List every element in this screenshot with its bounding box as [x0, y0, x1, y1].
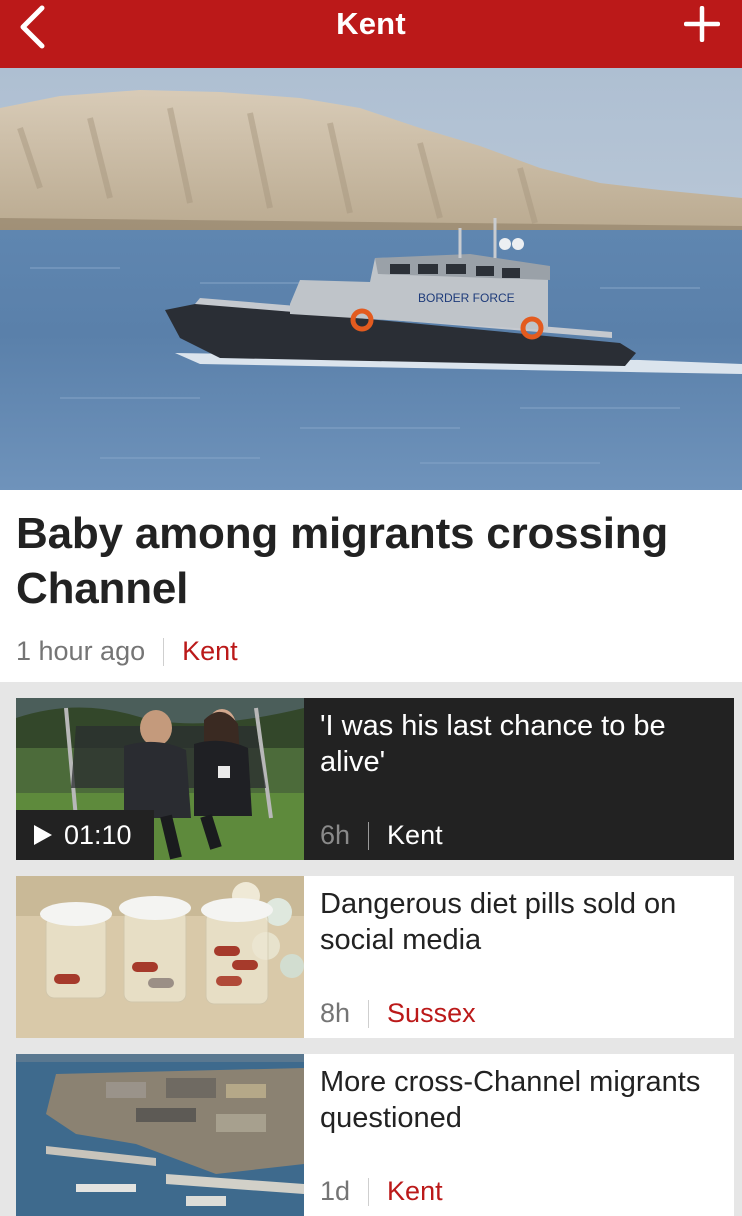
story-time: 1 hour ago — [16, 636, 146, 666]
video-duration: 01:10 — [64, 819, 132, 850]
story-section-link[interactable]: Sussex — [387, 998, 476, 1029]
story-section-link[interactable]: Kent — [387, 820, 443, 851]
story-time: 8h — [320, 998, 351, 1028]
story-thumbnail — [16, 876, 304, 1038]
add-topic-button[interactable] — [683, 5, 721, 43]
plus-icon — [683, 5, 721, 43]
story-time: 1d — [320, 1176, 351, 1206]
story-section-link[interactable]: Kent — [387, 1176, 443, 1207]
diet-pills-jars-photo — [16, 876, 304, 1038]
story-card[interactable]: More cross-Channel migrants questioned 1… — [16, 1054, 734, 1216]
story-meta: 8h Sussex — [320, 998, 476, 1029]
video-duration-badge[interactable]: 01:10 — [16, 810, 154, 860]
top-bar: Kent — [0, 0, 742, 68]
story-card[interactable]: 01:10 'I was his last chance to be alive… — [16, 698, 734, 860]
meta-divider — [368, 821, 370, 850]
story-card[interactable]: Dangerous diet pills sold on social medi… — [16, 876, 734, 1038]
story-meta: 1d Kent — [320, 1176, 443, 1207]
lead-headline[interactable]: Baby among migrants crossing Channel — [16, 506, 726, 616]
story-time: 6h — [320, 820, 351, 850]
story-thumbnail — [16, 1054, 304, 1216]
boat-livery-text: BORDER FORCE — [418, 291, 515, 305]
harbour-aerial-photo — [16, 1054, 304, 1216]
story-meta: 6h Kent — [320, 820, 443, 851]
story-headline[interactable]: 'I was his last chance to be alive' — [320, 708, 720, 780]
story-thumbnail: 01:10 — [16, 698, 304, 860]
meta-divider — [163, 637, 165, 666]
story-headline[interactable]: More cross-Channel migrants questioned — [320, 1064, 720, 1136]
play-icon — [34, 825, 52, 845]
border-force-boat-photo: BORDER FORCE — [0, 68, 742, 490]
meta-divider — [368, 1177, 370, 1206]
meta-divider — [368, 999, 370, 1028]
lead-story[interactable]: Baby among migrants crossing Channel 1 h… — [0, 490, 742, 682]
lead-meta: 1 hour ago Kent — [16, 636, 238, 667]
lead-story-image[interactable]: BORDER FORCE — [0, 68, 742, 490]
story-headline[interactable]: Dangerous diet pills sold on social medi… — [320, 886, 720, 958]
page-title: Kent — [336, 6, 406, 41]
story-section-link[interactable]: Kent — [182, 636, 238, 667]
